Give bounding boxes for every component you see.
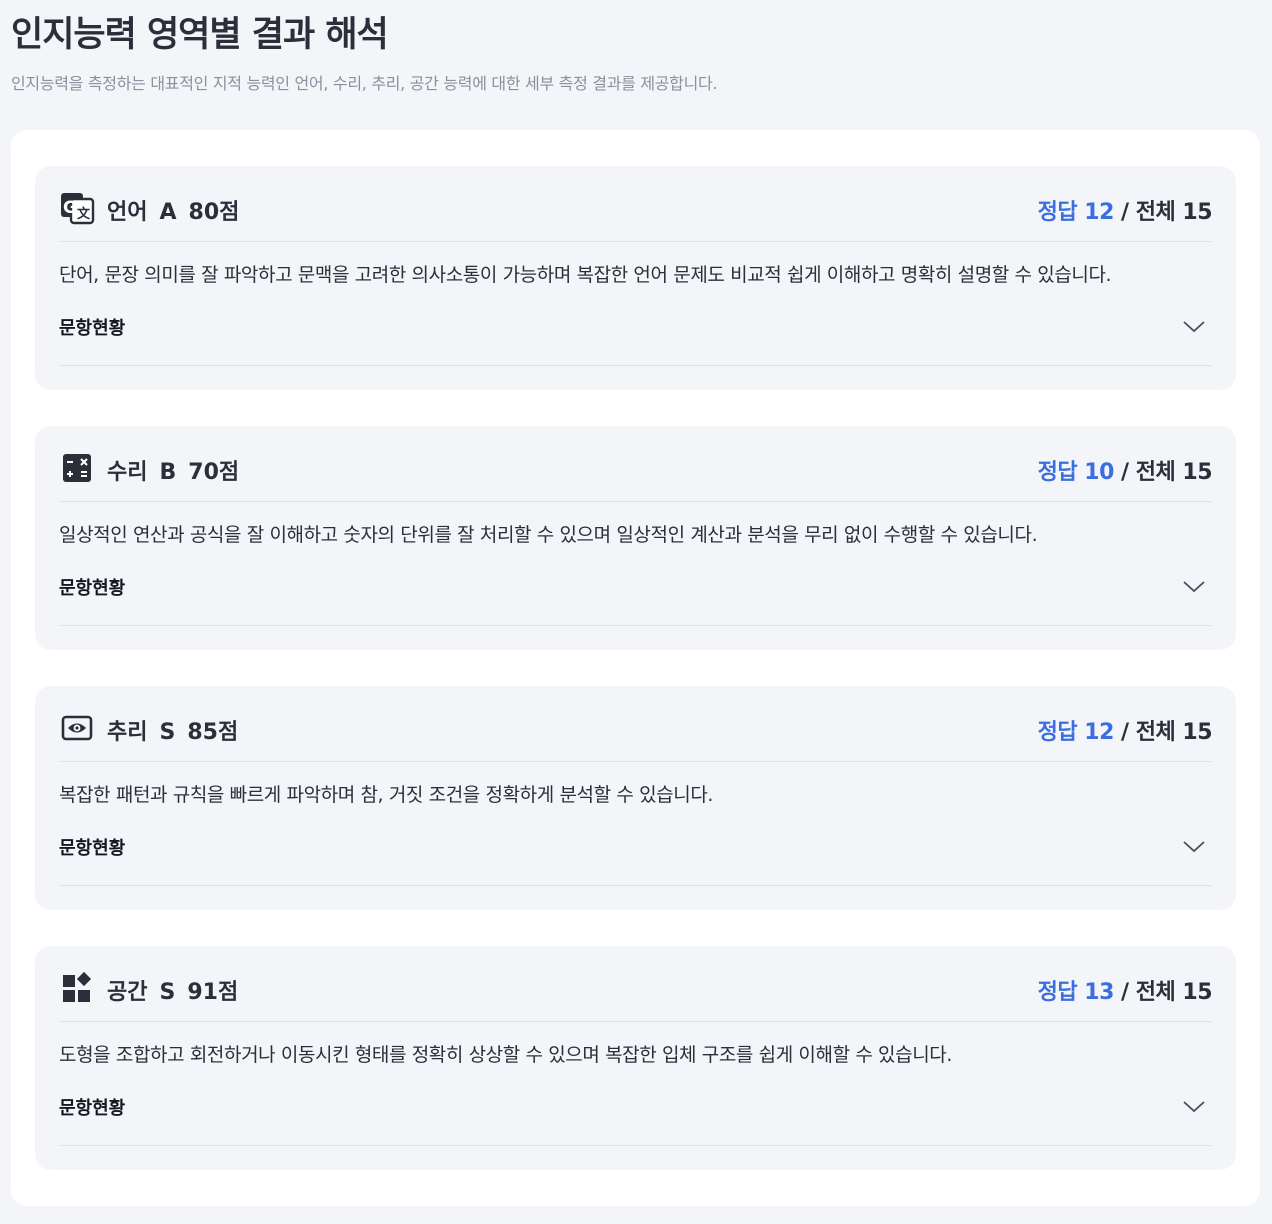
item-status-toggle[interactable]: 문항현황 xyxy=(59,832,1212,886)
score-summary: 정답 13 / 전체 15 xyxy=(1037,974,1213,1006)
result-card-reasoning: 추리 S 85점 정답 12 / 전체 15 복잡한 패턴과 규칙을 빠르게 파악하… xyxy=(35,686,1236,910)
chevron-down-icon xyxy=(1183,1101,1205,1113)
result-card-language: G 文 언어 A 80점 정답 12 / 전체 15 단어, 문장 의미를 잘 파악… xyxy=(35,166,1236,390)
card-title: 추리 S 85점 xyxy=(107,714,250,746)
area-grade: A xyxy=(159,200,177,225)
card-header: G 文 언어 A 80점 정답 12 / 전체 15 xyxy=(59,186,1213,242)
chevron-down-icon xyxy=(1183,581,1205,593)
calculator-icon xyxy=(59,450,95,486)
result-card-spatial: 공간 S 91점 정답 13 / 전체 15 도형을 조합하고 회전하거나 이동시킨… xyxy=(35,946,1236,1170)
results-panel: G 文 언어 A 80점 정답 12 / 전체 15 단어, 문장 의미를 잘 파악… xyxy=(11,130,1260,1206)
area-score: 80점 xyxy=(188,200,240,225)
area-name: 수리 xyxy=(107,460,148,485)
correct-count: 정답 10 xyxy=(1037,460,1115,485)
widgets-icon xyxy=(59,970,95,1006)
item-status-label: 문항현황 xyxy=(59,318,126,339)
item-status-label: 문항현황 xyxy=(59,838,126,859)
area-name: 언어 xyxy=(107,200,148,225)
area-name: 추리 xyxy=(107,720,148,745)
card-description: 일상적인 연산과 공식을 잘 이해하고 숫자의 단위를 잘 처리할 수 있으며 … xyxy=(59,524,1038,546)
page-title: 인지능력 영역별 결과 해석 xyxy=(11,15,389,55)
page: 인지능력 영역별 결과 해석 인지능력을 측정하는 대표적인 지적 능력인 언어… xyxy=(0,0,1272,1224)
item-status-toggle[interactable]: 문항현황 xyxy=(59,312,1212,366)
correct-count: 정답 13 xyxy=(1037,980,1115,1005)
svg-text:文: 文 xyxy=(77,206,91,222)
area-name: 공간 xyxy=(107,980,148,1005)
area-score: 70점 xyxy=(188,460,240,485)
area-grade: B xyxy=(159,460,177,485)
card-title: 공간 S 91점 xyxy=(107,974,250,1006)
page-subtitle: 인지능력을 측정하는 대표적인 지적 능력인 언어, 수리, 추리, 공간 능력… xyxy=(11,74,718,93)
correct-count: 정답 12 xyxy=(1037,200,1115,225)
total-count: / 전체 15 xyxy=(1113,720,1212,745)
translate-icon: G 文 xyxy=(59,190,95,226)
area-score: 91점 xyxy=(187,980,239,1005)
area-grade: S xyxy=(159,980,176,1005)
total-count: / 전체 15 xyxy=(1113,200,1212,225)
item-status-label: 문항현황 xyxy=(59,578,126,599)
area-score: 85점 xyxy=(187,720,239,745)
card-header: 공간 S 91점 정답 13 / 전체 15 xyxy=(59,966,1213,1022)
area-grade: S xyxy=(159,720,176,745)
card-description: 복잡한 패턴과 규칙을 빠르게 파악하며 참, 거짓 조건을 정확하게 분석할 … xyxy=(59,784,714,806)
card-description: 도형을 조합하고 회전하거나 이동시킨 형태를 정확히 상상할 수 있으며 복잡… xyxy=(59,1044,952,1066)
score-summary: 정답 12 / 전체 15 xyxy=(1037,194,1213,226)
item-status-toggle[interactable]: 문항현황 xyxy=(59,1092,1212,1146)
chevron-down-icon xyxy=(1183,841,1205,853)
eye-icon xyxy=(59,710,95,746)
score-summary: 정답 12 / 전체 15 xyxy=(1037,714,1213,746)
card-description: 단어, 문장 의미를 잘 파악하고 문맥을 고려한 의사소통이 가능하며 복잡한… xyxy=(59,264,1112,286)
correct-count: 정답 12 xyxy=(1037,720,1115,745)
item-status-toggle[interactable]: 문항현황 xyxy=(59,572,1212,626)
card-title: 수리 B 70점 xyxy=(107,454,251,486)
svg-text:G: G xyxy=(63,198,77,218)
card-title: 언어 A 80점 xyxy=(107,194,251,226)
total-count: / 전체 15 xyxy=(1113,460,1212,485)
chevron-down-icon xyxy=(1183,321,1205,333)
total-count: / 전체 15 xyxy=(1113,980,1212,1005)
card-header: 수리 B 70점 정답 10 / 전체 15 xyxy=(59,446,1213,502)
item-status-label: 문항현황 xyxy=(59,1098,126,1119)
card-header: 추리 S 85점 정답 12 / 전체 15 xyxy=(59,706,1213,762)
result-card-math: 수리 B 70점 정답 10 / 전체 15 일상적인 연산과 공식을 잘 이해하고… xyxy=(35,426,1236,650)
score-summary: 정답 10 / 전체 15 xyxy=(1037,454,1213,486)
